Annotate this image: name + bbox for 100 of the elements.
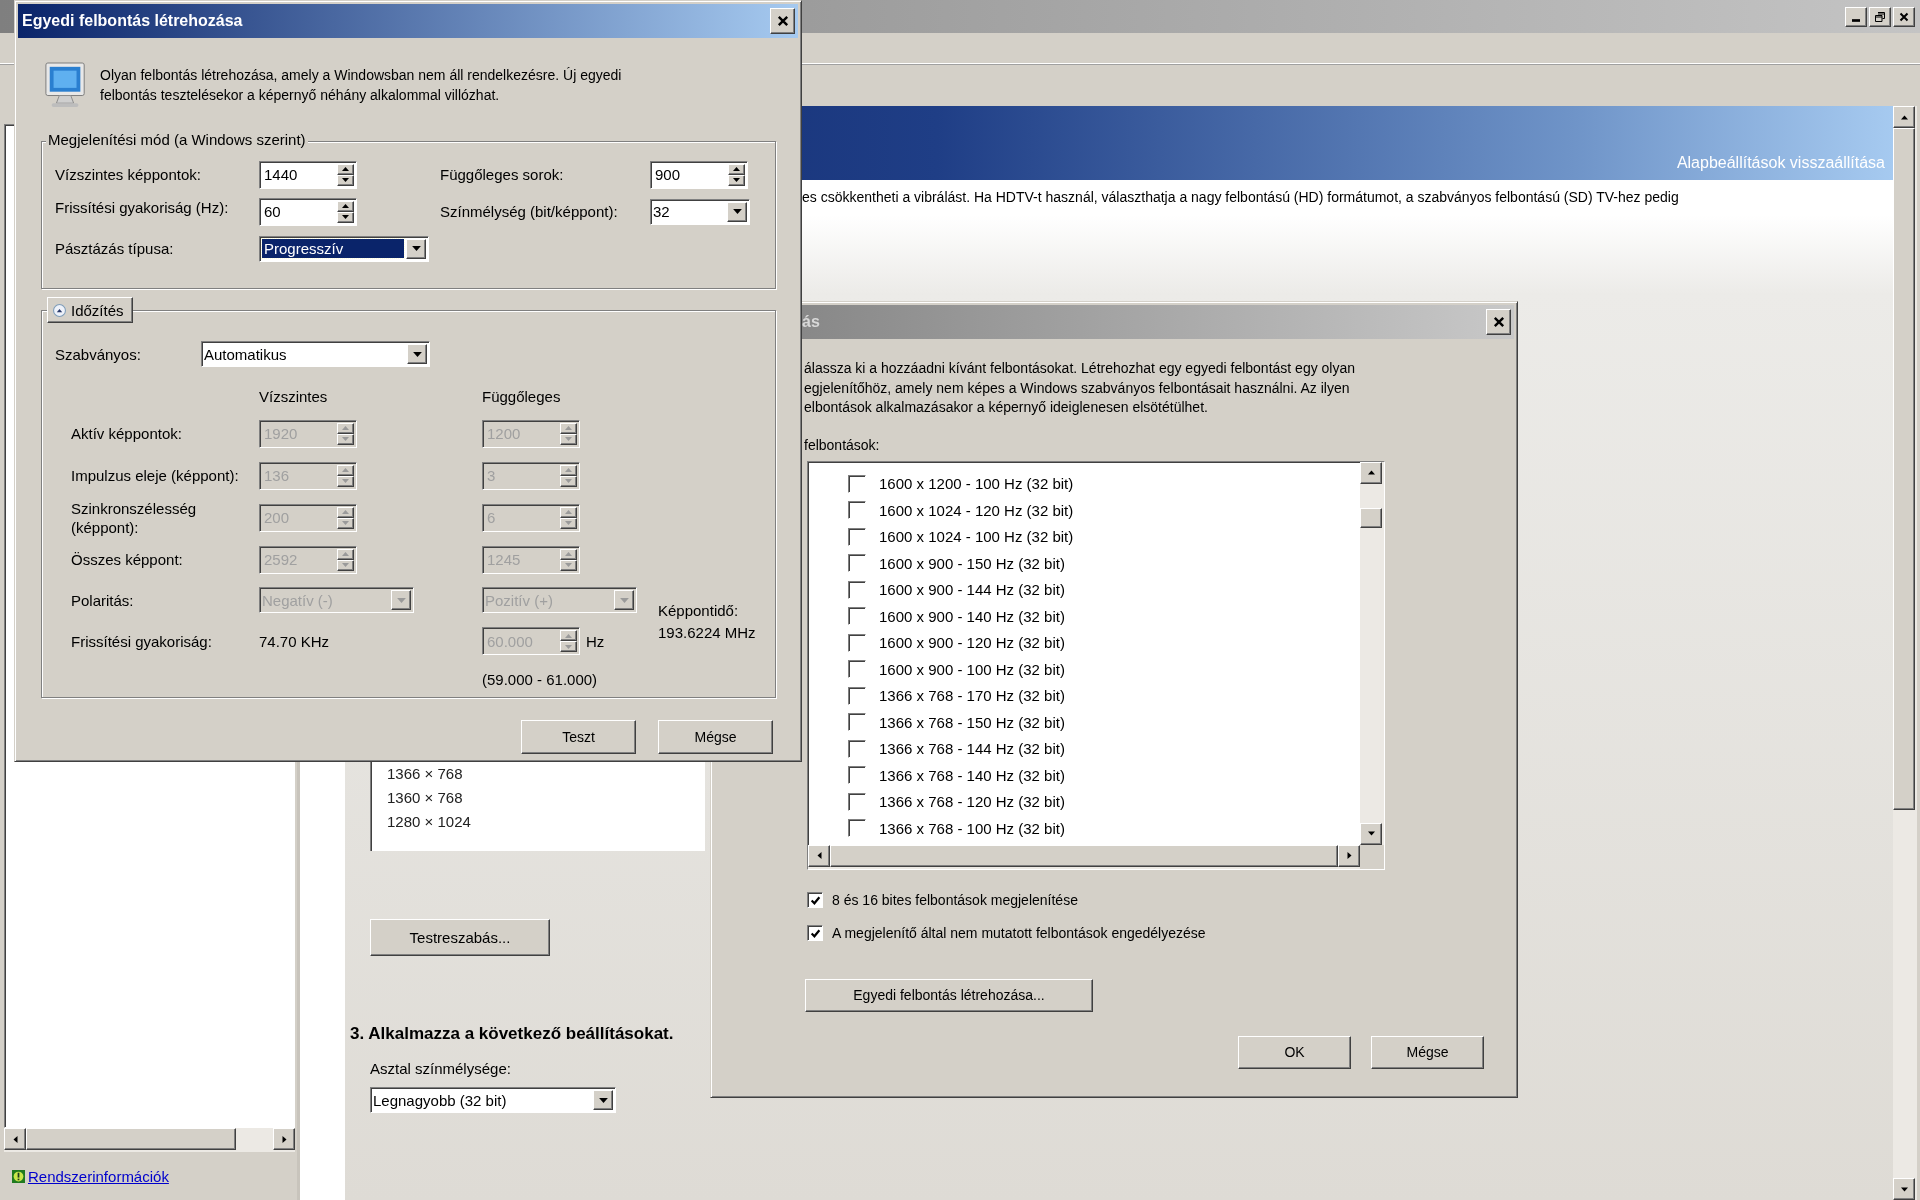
system-info-link[interactable]: Rendszerinformációk	[28, 1167, 169, 1185]
close-icon	[776, 15, 789, 27]
list-item[interactable]: 1600 x 1024 - 120 Hz (32 bit)	[848, 497, 1360, 524]
field-label: Szinkronszélesség (képpont):	[71, 498, 198, 537]
spin-field[interactable]: 900	[650, 160, 748, 189]
checkbox[interactable]	[807, 892, 823, 908]
down-arrow-icon	[342, 178, 349, 182]
up-arrow-icon	[342, 167, 349, 171]
scroll-thumb[interactable]	[1893, 128, 1915, 810]
up-arrow-icon	[565, 468, 572, 472]
description-text: Olyan felbontás létrehozása, amely a Windowsban nem áll rendelkezésre. Új egyedi felbontás tesztelésekor a képernyő néhány alkalommal villózhat.	[100, 66, 623, 105]
left-arrow-icon	[815, 852, 823, 859]
field-label: Frissítési gyakoriság:	[71, 631, 213, 651]
field-label: Színmélység (bit/képpont):	[440, 203, 619, 220]
dialog-title: Egyedi felbontás létrehozása	[22, 12, 243, 30]
list-label: felbontások:	[804, 436, 880, 453]
down-arrow-icon	[342, 563, 349, 567]
down-arrow-icon	[565, 644, 572, 649]
vertical-scrollbar[interactable]	[1893, 106, 1917, 1200]
scroll-thumb[interactable]	[830, 844, 1338, 867]
dropdown[interactable]: Automatikus	[201, 341, 430, 367]
spin-up-button[interactable]	[728, 163, 745, 175]
horizontal-scrollbar[interactable]	[808, 844, 1360, 869]
list-item[interactable]: 1366 x 768 - 144 Hz (32 bit)	[848, 735, 1360, 762]
dropdown[interactable]: 32	[650, 198, 750, 225]
list-item[interactable]: 1366 x 768 - 120 Hz (32 bit)	[848, 788, 1360, 815]
pixel-clock-label: Képpontidő:	[658, 602, 740, 619]
close-button[interactable]	[1893, 6, 1915, 27]
up-arrow-icon	[565, 510, 572, 514]
pixel-clock-value: 193.6224 MHz	[658, 624, 757, 641]
field-label: Vízszintes képpontok:	[55, 166, 202, 183]
up-arrow-icon	[342, 510, 349, 514]
spin-up-button[interactable]	[337, 163, 354, 175]
up-arrow-icon	[565, 426, 572, 430]
restore-button[interactable]	[1869, 6, 1891, 27]
list-item[interactable]: 1366 x 768 - 170 Hz (32 bit)	[848, 682, 1360, 709]
checkbox-label[interactable]: A megjelenítő által nem mutatott felbontások engedélyezése	[832, 925, 1206, 941]
scroll-thumb[interactable]	[26, 1128, 236, 1150]
spin-down-button[interactable]	[337, 211, 354, 223]
down-arrow-icon	[412, 351, 422, 357]
timing-toggle-button[interactable]: Időzítés	[47, 297, 133, 323]
down-arrow-icon	[733, 178, 740, 182]
field-label: Szabványos:	[55, 345, 142, 363]
up-arrow-icon	[342, 204, 349, 208]
down-arrow-icon	[1367, 830, 1375, 837]
spin-field[interactable]: 1440	[259, 160, 357, 189]
create-custom-button[interactable]: Egyedi felbontás létrehozása...	[805, 978, 1093, 1012]
unit-label: Hz	[586, 632, 605, 650]
spin-down-button[interactable]	[728, 174, 745, 186]
scrollbar-corner	[1360, 844, 1384, 869]
scroll-thumb[interactable]	[1360, 507, 1382, 528]
dropdown-button[interactable]	[727, 201, 747, 222]
cancel-button[interactable]: Mégse	[1371, 1035, 1484, 1069]
list-item[interactable]: 1360 × 768	[387, 786, 705, 810]
vertical-scrollbar[interactable]	[1360, 461, 1384, 845]
body-text: es csökkentheti a vibrálást. Ha HDTV-t használ, választhatja a nagy felbontású (HD) formátumot, a szabványos felbontású (SD) TV-hez pedig	[802, 188, 1679, 207]
spin-up-button[interactable]	[337, 200, 354, 212]
down-arrow-icon	[598, 1097, 608, 1103]
horizontal-scrollbar[interactable]	[4, 1128, 295, 1152]
field-label: Pásztázás típusa:	[55, 240, 175, 257]
dropdown[interactable]: Progresszív	[259, 235, 429, 262]
ok-button[interactable]: OK	[1238, 1035, 1351, 1069]
right-arrow-icon	[1345, 852, 1353, 859]
dropdown-button[interactable]	[407, 344, 427, 364]
list-item[interactable]: 1600 x 1200 - 100 Hz (32 bit)	[848, 470, 1360, 497]
list-item[interactable]: 1600 x 900 - 140 Hz (32 bit)	[848, 603, 1360, 630]
down-arrow-icon	[619, 597, 629, 603]
up-arrow-icon	[342, 552, 349, 556]
spin-down-button[interactable]	[337, 174, 354, 186]
down-arrow-icon	[342, 479, 349, 483]
test-button[interactable]: Teszt	[521, 720, 636, 754]
close-button[interactable]	[770, 8, 795, 34]
spin-field[interactable]: 60	[259, 197, 357, 226]
list-item[interactable]: 1366 x 768 - 150 Hz (32 bit)	[848, 709, 1360, 736]
up-arrow-icon	[1367, 469, 1375, 476]
dropdown-button[interactable]	[406, 238, 426, 259]
checkbox[interactable]	[807, 925, 823, 941]
customize-button[interactable]: Testreszabás...	[370, 919, 550, 956]
list-item[interactable]: 1600 x 900 - 144 Hz (32 bit)	[848, 576, 1360, 603]
down-arrow-icon	[342, 215, 349, 219]
minimize-button[interactable]	[1845, 6, 1867, 27]
field-label: Impulzus eleje (képpont):	[71, 466, 240, 485]
list-item[interactable]: 1366 × 768	[387, 762, 705, 786]
down-arrow-icon	[732, 209, 742, 214]
list-item[interactable]: 1366 x 768 - 140 Hz (32 bit)	[848, 762, 1360, 789]
down-arrow-icon	[1900, 1185, 1908, 1193]
dropdown[interactable]: Legnagyobb (32 bit)	[370, 1087, 616, 1113]
list-item[interactable]: 1600 x 900 - 120 Hz (32 bit)	[848, 629, 1360, 656]
cancel-button[interactable]: Mégse	[658, 720, 773, 754]
list-item[interactable]: 1600 x 900 - 100 Hz (32 bit)	[848, 656, 1360, 683]
list-item[interactable]: 1600 x 900 - 150 Hz (32 bit)	[848, 550, 1360, 577]
checkbox-label[interactable]: 8 és 16 bites felbontások megjelenítése	[832, 892, 1078, 908]
field-label: Aktív képpontok:	[71, 424, 183, 443]
dropdown-button[interactable]	[593, 1090, 613, 1110]
list-item[interactable]: 1600 x 1024 - 100 Hz (32 bit)	[848, 523, 1360, 550]
list-item[interactable]: 1280 × 1024	[387, 810, 705, 834]
field-label: Frissítési gyakoriság (Hz):	[55, 199, 230, 216]
list-item[interactable]: 1366 x 768 - 100 Hz (32 bit)	[848, 815, 1360, 842]
minimize-icon	[1852, 19, 1860, 22]
resolution-list[interactable]	[807, 460, 1385, 870]
